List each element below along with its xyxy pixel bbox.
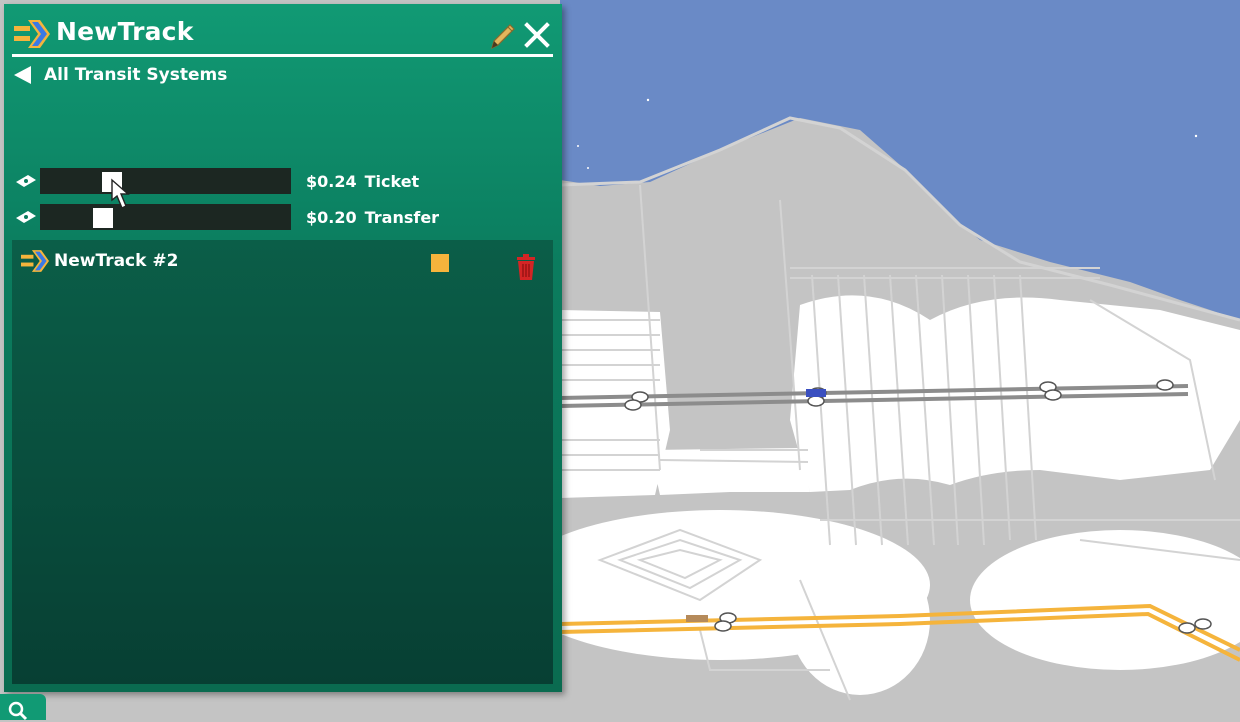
ticket-fare-slider[interactable] bbox=[40, 168, 291, 194]
trash-icon[interactable] bbox=[515, 254, 537, 280]
ticket-fare-label: Ticket bbox=[364, 171, 420, 191]
list-item[interactable]: NewTrack #2 bbox=[12, 248, 553, 280]
ticket-fare-text: $0.24 Ticket bbox=[306, 172, 427, 191]
search-button[interactable] bbox=[0, 694, 46, 721]
back-label: All Transit Systems bbox=[44, 65, 228, 85]
panel-title: NewTrack bbox=[56, 17, 194, 46]
ticket-icon bbox=[16, 175, 36, 187]
line-color-swatch[interactable] bbox=[431, 254, 449, 272]
transit-logo-icon bbox=[21, 250, 49, 272]
panel-header: NewTrack bbox=[12, 16, 553, 57]
line-name[interactable]: NewTrack #2 bbox=[54, 251, 178, 271]
ticket-fare-value: $0.24 bbox=[306, 171, 357, 191]
transfer-slider-thumb[interactable] bbox=[93, 208, 113, 228]
back-to-all-systems[interactable]: All Transit Systems bbox=[14, 64, 227, 86]
transit-line-list: NewTrack #2 bbox=[12, 240, 553, 684]
ticket-fare-row: $0.24 Ticket bbox=[14, 168, 427, 194]
transfer-fare-row: $0.20 Transfer bbox=[14, 204, 447, 230]
orange-train[interactable] bbox=[686, 615, 708, 622]
transfer-fare-text: $0.20 Transfer bbox=[306, 208, 447, 227]
triangle-left-icon bbox=[14, 66, 31, 84]
close-icon[interactable] bbox=[522, 20, 552, 50]
transfer-fare-value: $0.20 bbox=[306, 207, 357, 227]
transfer-fare-label: Transfer bbox=[364, 207, 440, 227]
transit-logo-icon bbox=[14, 20, 50, 48]
transit-panel: NewTrack All Transit Systems $0.24 Ticket bbox=[4, 4, 562, 692]
ticket-slider-thumb[interactable] bbox=[102, 172, 122, 192]
blue-train[interactable] bbox=[806, 389, 826, 397]
transfer-fare-slider[interactable] bbox=[40, 204, 291, 230]
ticket-icon bbox=[16, 211, 36, 223]
pencil-icon[interactable] bbox=[488, 22, 516, 50]
search-icon bbox=[8, 701, 28, 721]
